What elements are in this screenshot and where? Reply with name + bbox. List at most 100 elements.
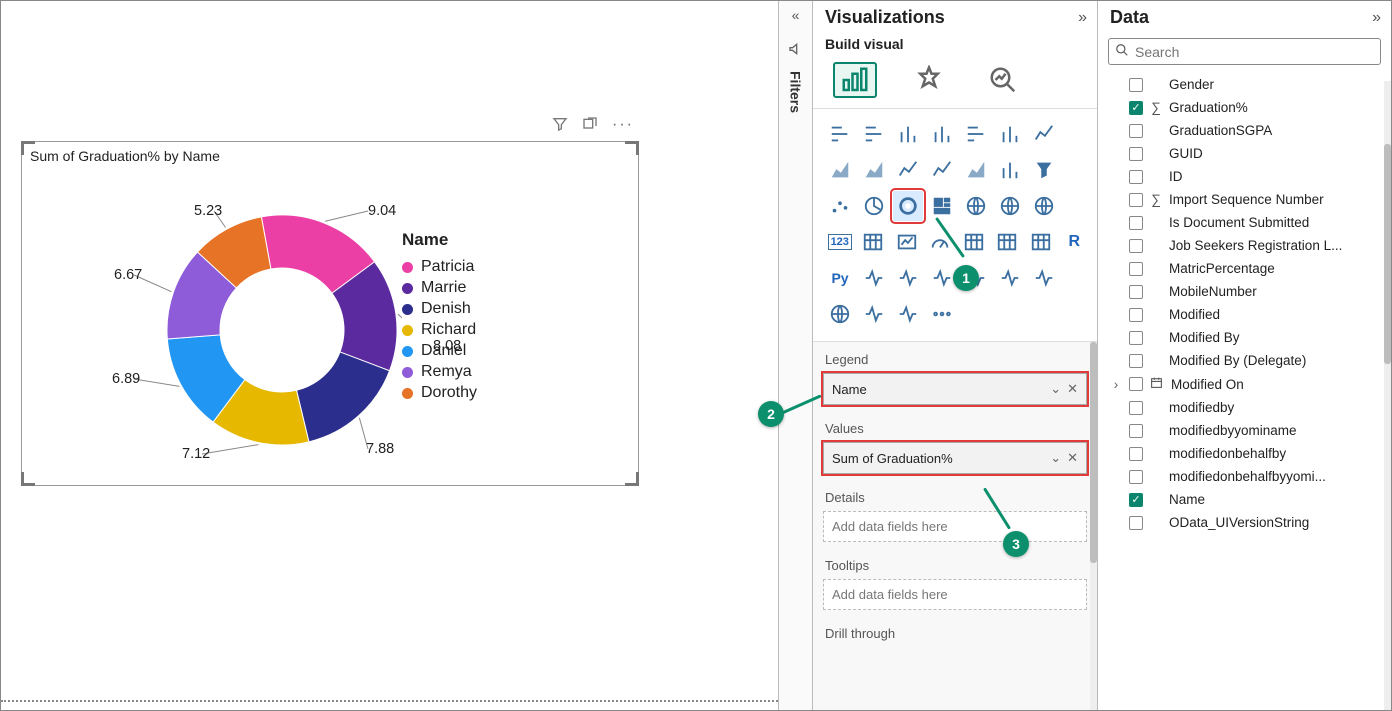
donut-chart-visual[interactable]: ··· Sum of Graduation% by Name 9.04 8.08… <box>21 141 639 486</box>
field-checkbox[interactable] <box>1129 216 1143 230</box>
filters-pane-collapsed[interactable]: « Filters <box>778 1 813 710</box>
legend-item[interactable]: Marrie <box>402 279 638 297</box>
legend-item[interactable]: Denish <box>402 300 638 318</box>
r-visual-icon[interactable]: R <box>1060 227 1090 257</box>
funnel-icon[interactable] <box>1029 155 1059 185</box>
waterfall-icon[interactable] <box>995 155 1025 185</box>
matrix-icon[interactable] <box>1026 227 1056 257</box>
search-input-wrapper[interactable] <box>1108 38 1381 65</box>
field-checkbox[interactable] <box>1129 401 1143 415</box>
scrollbar[interactable] <box>1384 81 1391 710</box>
tooltips-well[interactable]: Add data fields here <box>823 579 1087 610</box>
table-icon[interactable] <box>993 227 1023 257</box>
arcgis-icon[interactable] <box>825 299 855 329</box>
field-checkbox[interactable] <box>1129 516 1143 530</box>
stacked-bar-icon[interactable] <box>825 119 855 149</box>
line-column2-icon[interactable] <box>927 155 957 185</box>
field-row[interactable]: Modified By (Delegate) <box>1104 349 1387 372</box>
field-checkbox[interactable] <box>1129 331 1143 345</box>
analytics-tab[interactable] <box>981 62 1025 98</box>
expand-icon[interactable]: › <box>1110 377 1122 392</box>
legend-item[interactable]: Richard <box>402 321 638 339</box>
field-checkbox[interactable] <box>1129 124 1143 138</box>
legend-item[interactable]: Remya <box>402 363 638 381</box>
field-row[interactable]: OData_UIVersionString <box>1104 511 1387 534</box>
format-visual-tab[interactable] <box>907 62 951 98</box>
kpi-icon[interactable] <box>892 227 922 257</box>
field-checkbox[interactable] <box>1129 262 1143 276</box>
field-checkbox[interactable] <box>1129 354 1143 368</box>
filter-icon[interactable] <box>552 116 568 137</box>
field-row[interactable]: MatricPercentage <box>1104 257 1387 280</box>
goals-icon[interactable] <box>995 263 1025 293</box>
field-checkbox[interactable] <box>1129 147 1143 161</box>
page-navigation[interactable] <box>1 700 778 702</box>
collapse-viz-icon[interactable]: » <box>1078 9 1087 27</box>
clustered-column-icon[interactable] <box>927 119 957 149</box>
legend-well[interactable]: Name ⌄✕ <box>823 373 1087 405</box>
report-canvas[interactable]: ··· Sum of Graduation% by Name 9.04 8.08… <box>1 1 778 710</box>
decomposition-icon[interactable] <box>893 263 923 293</box>
field-checkbox[interactable] <box>1129 308 1143 322</box>
pie-icon[interactable] <box>859 191 889 221</box>
field-row[interactable]: ›Modified On <box>1104 372 1387 396</box>
legend-item[interactable]: Patricia <box>402 258 638 276</box>
field-row[interactable]: modifiedonbehalfbyyomi... <box>1104 465 1387 488</box>
area-chart-icon[interactable] <box>825 155 855 185</box>
chevron-down-icon[interactable]: ⌄ <box>1050 381 1061 397</box>
field-checkbox[interactable] <box>1129 193 1143 207</box>
get-more-icon[interactable] <box>927 299 957 329</box>
100-bar-icon[interactable] <box>961 119 991 149</box>
azure-map-icon[interactable] <box>1029 191 1059 221</box>
remove-field-icon[interactable]: ✕ <box>1067 381 1078 397</box>
powerapps-icon[interactable] <box>859 299 889 329</box>
focus-mode-icon[interactable] <box>582 116 598 137</box>
multi-card-icon[interactable] <box>859 227 889 257</box>
100-column-icon[interactable] <box>995 119 1025 149</box>
field-checkbox[interactable]: ✓ <box>1129 101 1143 115</box>
field-row[interactable]: modifiedonbehalfby <box>1104 442 1387 465</box>
field-row[interactable]: Modified By <box>1104 326 1387 349</box>
search-input[interactable] <box>1135 44 1374 60</box>
field-checkbox[interactable] <box>1129 170 1143 184</box>
field-checkbox[interactable] <box>1129 377 1143 391</box>
field-checkbox[interactable] <box>1129 470 1143 484</box>
field-row[interactable]: GraduationSGPA <box>1104 119 1387 142</box>
field-row[interactable]: modifiedby <box>1104 396 1387 419</box>
clustered-bar-icon[interactable] <box>859 119 889 149</box>
field-row[interactable]: MobileNumber <box>1104 280 1387 303</box>
field-row[interactable]: Gender <box>1104 73 1387 96</box>
field-row[interactable]: ✓Name <box>1104 488 1387 511</box>
field-row[interactable]: ∑Import Sequence Number <box>1104 188 1387 211</box>
field-row[interactable]: modifiedbyyominame <box>1104 419 1387 442</box>
field-checkbox[interactable] <box>1129 78 1143 92</box>
key-influencers-icon[interactable] <box>859 263 889 293</box>
field-row[interactable]: Modified <box>1104 303 1387 326</box>
expand-filters-icon[interactable]: « <box>792 7 800 23</box>
scrollbar[interactable] <box>1090 342 1097 710</box>
line-chart-icon[interactable] <box>1029 119 1059 149</box>
card-icon[interactable]: 123 <box>825 227 855 257</box>
legend-item[interactable]: Dorothy <box>402 384 638 402</box>
field-row[interactable]: GUID <box>1104 142 1387 165</box>
automate-icon[interactable] <box>893 299 923 329</box>
line-column-icon[interactable] <box>893 155 923 185</box>
scatter-icon[interactable] <box>825 191 855 221</box>
field-checkbox[interactable] <box>1129 239 1143 253</box>
field-checkbox[interactable]: ✓ <box>1129 493 1143 507</box>
slicer-icon[interactable] <box>959 227 989 257</box>
treemap-icon[interactable] <box>927 191 957 221</box>
field-row[interactable]: ✓∑Graduation% <box>1104 96 1387 119</box>
paginated-icon[interactable] <box>1029 263 1059 293</box>
chevron-down-icon[interactable]: ⌄ <box>1050 450 1061 466</box>
python-icon[interactable]: Py <box>825 263 855 293</box>
build-visual-tab[interactable] <box>833 62 877 98</box>
field-row[interactable]: Job Seekers Registration L... <box>1104 234 1387 257</box>
field-checkbox[interactable] <box>1129 447 1143 461</box>
field-row[interactable]: Is Document Submitted <box>1104 211 1387 234</box>
more-options-icon[interactable]: ··· <box>612 116 634 137</box>
field-checkbox[interactable] <box>1129 285 1143 299</box>
remove-field-icon[interactable]: ✕ <box>1067 450 1078 466</box>
map-icon[interactable] <box>961 191 991 221</box>
stacked-column-icon[interactable] <box>893 119 923 149</box>
